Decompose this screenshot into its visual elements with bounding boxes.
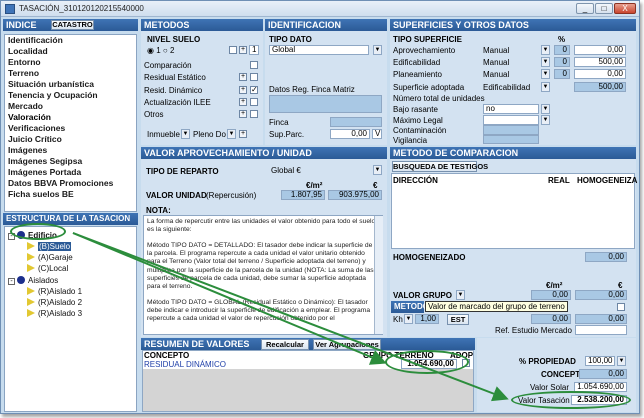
app-window: TASACIÓN_310120120215540000 _ □ X INDICE… <box>0 0 640 414</box>
arrow-to-resumen <box>72 232 387 365</box>
arrow-to-tasacion <box>72 232 509 402</box>
annotation-arrows <box>72 232 509 402</box>
